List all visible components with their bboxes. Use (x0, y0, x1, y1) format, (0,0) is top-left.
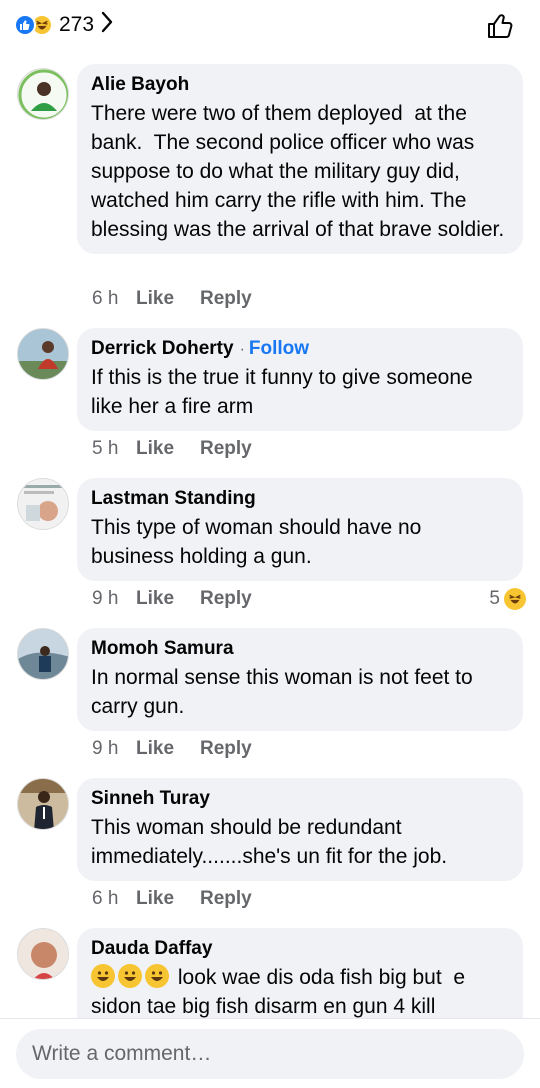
comment-composer (0, 1018, 540, 1088)
avatar[interactable] (17, 478, 69, 530)
reaction-count: 273 (59, 12, 95, 36)
author-name[interactable]: Momoh Samura (91, 637, 234, 661)
author-name[interactable]: Alie Bayoh (91, 73, 189, 97)
comment-text: In normal sense this woman is not feet t… (91, 666, 479, 718)
avatar[interactable] (17, 328, 69, 380)
chevron-right-icon (100, 11, 114, 38)
grinning-face-icon (118, 964, 142, 988)
comment-reaction-count: 5 (489, 588, 500, 609)
author-name[interactable]: Derrick Doherty (91, 337, 234, 361)
avatar[interactable] (17, 928, 69, 980)
like-icon (14, 13, 36, 36)
follow-button[interactable]: Follow (249, 338, 309, 360)
comment-time[interactable]: 9 h (92, 738, 136, 760)
follow-separator: · (239, 341, 245, 358)
avatar[interactable] (17, 628, 69, 680)
avatar[interactable] (17, 68, 69, 120)
like-button[interactable]: Like (136, 888, 200, 910)
comment-text: look wae dis oda fish big but e sidon ta… (91, 963, 509, 1021)
like-button[interactable]: Like (136, 438, 200, 460)
comment-bubble: Sinneh Turay This woman should be redund… (77, 778, 523, 881)
comment-time[interactable]: 6 h (92, 888, 136, 910)
comment-time[interactable]: 6 h (92, 288, 136, 310)
thumb-outline-icon[interactable] (486, 12, 514, 45)
comment-text: There were two of them deployed at the b… (91, 102, 505, 241)
comment-actions: 6 h Like Reply (92, 288, 252, 310)
comment-bubble: Alie Bayoh There were two of them deploy… (77, 64, 523, 254)
reply-button[interactable]: Reply (200, 738, 252, 760)
author-name[interactable]: Lastman Standing (91, 487, 256, 511)
haha-icon (504, 588, 526, 610)
comment-text: This type of woman should have no busine… (91, 516, 428, 568)
author-name[interactable]: Sinneh Turay (91, 787, 210, 811)
avatar[interactable] (17, 778, 69, 830)
grinning-face-icon (145, 964, 169, 988)
comment-bubble: Lastman Standing This type of woman shou… (77, 478, 523, 581)
like-button[interactable]: Like (136, 588, 200, 610)
comment-actions: 5 h Like Reply (92, 438, 252, 460)
comment-actions: 9 h Like Reply (92, 738, 252, 760)
comment-actions: 9 h Like Reply (92, 588, 252, 610)
comment-bubble: Momoh Samura In normal sense this woman … (77, 628, 523, 731)
reply-button[interactable]: Reply (200, 288, 252, 310)
comment-input[interactable] (16, 1029, 524, 1079)
comment-time[interactable]: 9 h (92, 588, 136, 610)
comment-time[interactable]: 5 h (92, 438, 136, 460)
comment-reactions[interactable]: 5 (489, 588, 526, 610)
reply-button[interactable]: Reply (200, 888, 252, 910)
comment-text: This woman should be redundant immediate… (91, 816, 448, 868)
comment-bubble: Derrick Doherty · Follow If this is the … (77, 328, 523, 431)
reaction-summary[interactable]: 273 (14, 11, 114, 38)
reply-button[interactable]: Reply (200, 438, 252, 460)
like-button[interactable]: Like (136, 288, 200, 310)
like-button[interactable]: Like (136, 738, 200, 760)
author-name[interactable]: Dauda Daffay (91, 937, 212, 961)
comment-actions: 6 h Like Reply (92, 888, 252, 910)
comment-text: If this is the true it funny to give som… (91, 366, 479, 418)
reactions-header: 273 (0, 0, 540, 52)
grinning-face-icon (91, 964, 115, 988)
reply-button[interactable]: Reply (200, 588, 252, 610)
